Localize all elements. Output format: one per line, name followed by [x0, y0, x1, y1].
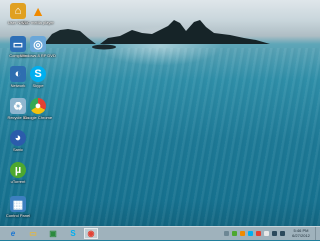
- desktop-icon-utorrent[interactable]: µ uTorrent: [0, 162, 36, 184]
- desktop-icon-label: Skype: [32, 83, 44, 88]
- system-tray: 5:46 PM 6/27/2012: [220, 227, 320, 241]
- show-desktop-button[interactable]: [315, 227, 320, 240]
- control-panel-icon: ▦: [10, 196, 26, 212]
- desktop-icon-label: Windows 8 RP DVD: [20, 53, 56, 58]
- taskbar-item-skype[interactable]: S: [66, 228, 80, 239]
- clock-date: 6/27/2012: [292, 233, 310, 238]
- tray-chrome-icon[interactable]: [256, 231, 261, 236]
- tray-chevron-icon[interactable]: [224, 231, 229, 236]
- desktop-icon-label: uTorrent: [10, 179, 26, 184]
- sanic-icon: ◕: [10, 130, 26, 146]
- desktop-icon-label: Control Panel: [5, 213, 31, 218]
- tray-vlc-icon[interactable]: [240, 231, 245, 236]
- taskbar-item-chrome[interactable]: ◉: [84, 228, 98, 239]
- tray-utorrent-icon[interactable]: [232, 231, 237, 236]
- taskbar-clock[interactable]: 5:46 PM 6/27/2012: [290, 228, 312, 238]
- tray-skype-icon[interactable]: [248, 231, 253, 236]
- skype-icon: S: [30, 66, 46, 82]
- chrome-icon: ◉: [87, 229, 95, 238]
- chrome-icon: ●: [30, 98, 46, 114]
- desktop-icon-label: VLC media player: [22, 20, 54, 25]
- taskbar-item-windows-store[interactable]: ▣: [46, 228, 60, 239]
- taskbar-item-file-explorer[interactable]: ▭: [26, 228, 40, 239]
- desktop-icon-chrome[interactable]: ● Google Chrome: [20, 98, 56, 120]
- tray-flag-icon[interactable]: [264, 231, 269, 236]
- desktop-icon-sanic[interactable]: ◕ Sanic: [0, 130, 36, 152]
- tray-network-icon[interactable]: [272, 231, 277, 236]
- folder-icon: ▭: [29, 229, 37, 238]
- store-icon: ▣: [49, 229, 57, 238]
- skype-icon: S: [70, 229, 76, 238]
- desktop-icon-vlc[interactable]: ▲ VLC media player: [20, 3, 56, 25]
- desktop-icon-dvd-drive[interactable]: ◎ Windows 8 RP DVD: [20, 36, 56, 58]
- utorrent-icon: µ: [10, 162, 26, 178]
- desktop-icon-control-panel[interactable]: ▦ Control Panel: [0, 196, 36, 218]
- vlc-icon: ▲: [31, 3, 45, 19]
- desktop-icon-label: Google Chrome: [23, 115, 53, 120]
- taskbar: e ▭ ▣ S ◉ 5:46 PM 6/27/2012: [0, 226, 320, 240]
- dvd-drive-icon: ◎: [30, 36, 46, 52]
- tray-volume-icon[interactable]: [280, 231, 285, 236]
- desktop-icon-skype[interactable]: S Skype: [20, 66, 56, 88]
- ie-icon: e: [10, 229, 16, 238]
- taskbar-item-internet-explorer[interactable]: e: [6, 228, 20, 239]
- desktop-icon-label: Sanic: [12, 147, 23, 152]
